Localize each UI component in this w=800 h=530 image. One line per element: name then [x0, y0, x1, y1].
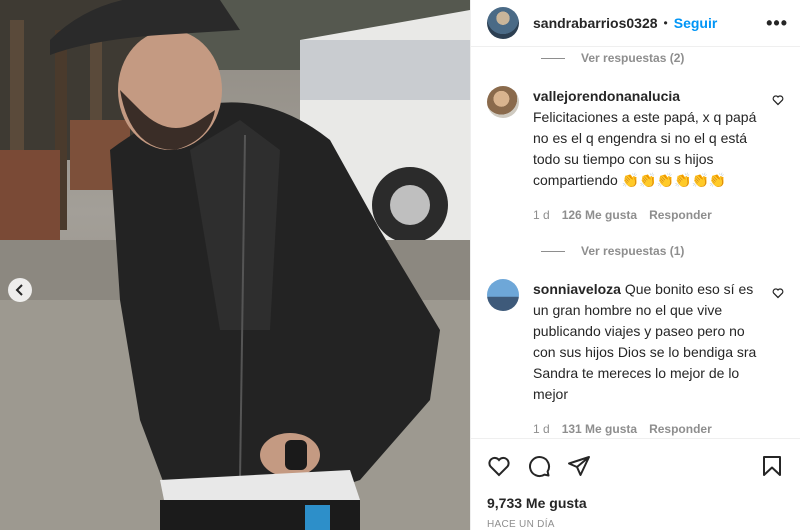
- comment-meta: 1 d 131 Me gusta Responder: [533, 419, 761, 438]
- comment-icon[interactable]: [527, 454, 551, 478]
- chevron-left-icon[interactable]: [8, 278, 32, 302]
- post-viewer: sandrabarrios0328 • Seguir ••• Ver respu…: [0, 0, 800, 530]
- comment-text: Felicitaciones a este papá, x q papá no …: [533, 109, 757, 188]
- comment-item: vallejorendonanalucia Felicitaciones a e…: [487, 86, 784, 226]
- comment-item: sonniaveloza Que bonito eso sí es un gra…: [487, 279, 784, 438]
- comment-likes[interactable]: 131 Me gusta: [562, 419, 637, 438]
- action-bar: [487, 443, 784, 489]
- follow-button[interactable]: Seguir: [674, 15, 718, 31]
- divider: [541, 57, 565, 59]
- heart-icon[interactable]: [772, 287, 784, 299]
- post-actions: 9,733 Me gusta HACE UN DÍA: [471, 438, 800, 530]
- view-replies-button[interactable]: Ver respuestas (1): [541, 244, 784, 258]
- reply-button[interactable]: Responder: [649, 205, 712, 226]
- photo-illustration: [0, 0, 470, 530]
- separator: •: [663, 16, 668, 30]
- view-replies-label: Ver respuestas (1): [581, 244, 685, 258]
- avatar[interactable]: [487, 7, 519, 39]
- comment-body: sonniaveloza Que bonito eso sí es un gra…: [533, 279, 761, 438]
- post-photo[interactable]: [0, 0, 470, 530]
- more-options-icon[interactable]: •••: [766, 13, 788, 34]
- comment-meta: 1 d 126 Me gusta Responder: [533, 205, 761, 226]
- comment-age: 1 d: [533, 208, 550, 222]
- comment-text: Que bonito eso sí es un gran hombre no e…: [533, 281, 757, 402]
- view-replies-button[interactable]: Ver respuestas (2): [541, 51, 784, 65]
- reply-button[interactable]: Responder: [649, 419, 712, 438]
- share-icon[interactable]: [567, 454, 591, 478]
- comment-likes[interactable]: 126 Me gusta: [562, 205, 637, 226]
- avatar[interactable]: [487, 86, 519, 118]
- post-username[interactable]: sandrabarrios0328: [533, 15, 658, 31]
- comment-username[interactable]: sonniaveloza: [533, 281, 621, 297]
- heart-icon[interactable]: [487, 454, 511, 478]
- comment-body: vallejorendonanalucia Felicitaciones a e…: [533, 86, 761, 226]
- divider: [541, 250, 565, 252]
- comment-username[interactable]: vallejorendonanalucia: [533, 88, 680, 104]
- avatar[interactable]: [487, 279, 519, 311]
- bookmark-icon[interactable]: [760, 454, 784, 478]
- comment-age: 1 d: [533, 422, 550, 436]
- heart-icon[interactable]: [772, 94, 784, 106]
- view-replies-label: Ver respuestas (2): [581, 51, 685, 65]
- post-header: sandrabarrios0328 • Seguir •••: [471, 0, 800, 47]
- likes-count[interactable]: 9,733 Me gusta: [487, 495, 784, 511]
- post-sidebar: sandrabarrios0328 • Seguir ••• Ver respu…: [470, 0, 800, 530]
- post-date: HACE UN DÍA: [487, 519, 555, 530]
- comments-list[interactable]: Ver respuestas (2) vallejorendonanalucia…: [471, 47, 800, 438]
